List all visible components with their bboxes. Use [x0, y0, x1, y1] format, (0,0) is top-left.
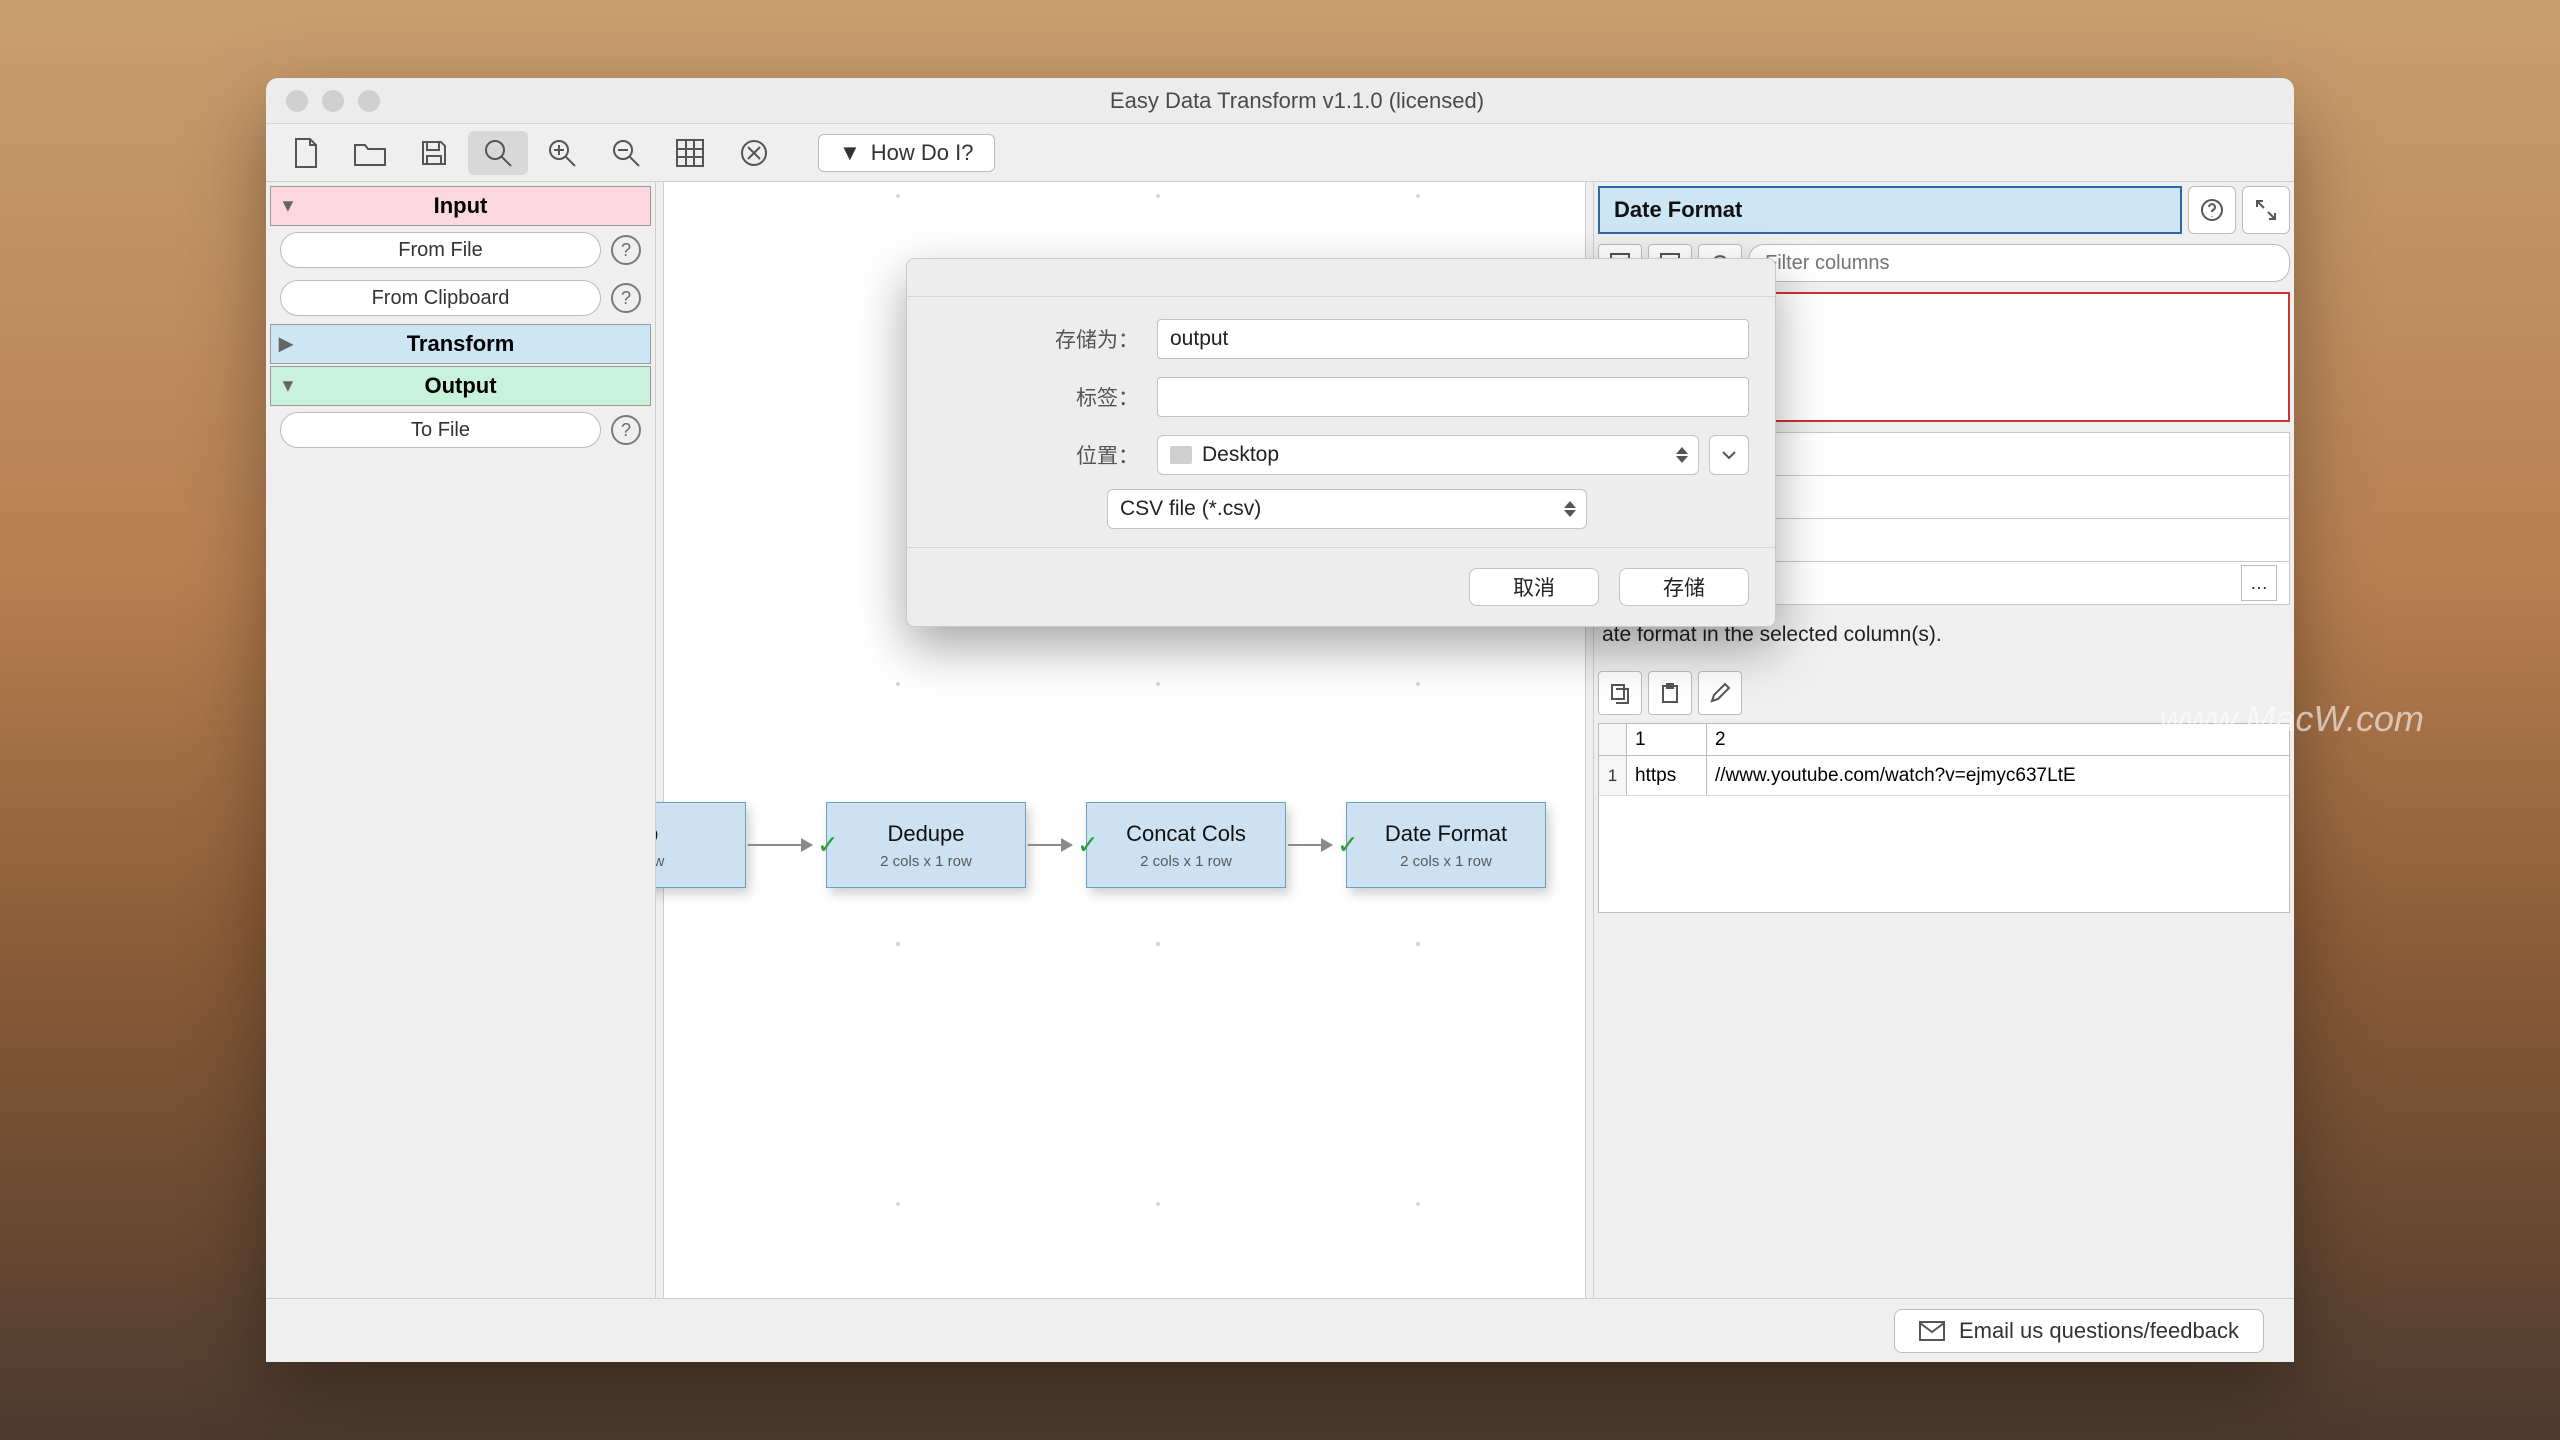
node-label: op [656, 821, 658, 847]
row-header-blank [1599, 724, 1627, 755]
node-op[interactable]: op 1 row [656, 802, 746, 888]
grid-toggle-button[interactable] [660, 131, 720, 175]
how-do-i-dropdown[interactable]: ▼ How Do I? [818, 134, 995, 172]
node-subtitle: 1 row [656, 853, 664, 870]
expand-save-panel-button[interactable] [1709, 435, 1749, 475]
edge-arrow [1288, 844, 1332, 846]
location-value: Desktop [1202, 443, 1279, 467]
save-dialog: 存储为： 标签： 位置： Desktop [906, 258, 1776, 627]
table-row[interactable]: 1 https //www.youtube.com/watch?v=ejmyc6… [1599, 756, 2289, 796]
titlebar: Easy Data Transform v1.1.0 (licensed) [266, 78, 2294, 124]
app-window: Easy Data Transform v1.1.0 (licensed) [266, 78, 2294, 1362]
node-subtitle: 2 cols x 1 row [1140, 853, 1232, 870]
panel-help-button[interactable] [2188, 186, 2236, 234]
preview-table: 1 2 1 https //www.youtube.com/watch?v=ej… [1598, 723, 2290, 913]
edit-button[interactable] [1698, 671, 1742, 715]
section-header-transform[interactable]: ▶ Transform [270, 324, 651, 364]
edge-arrow [748, 844, 812, 846]
more-button[interactable]: … [2241, 565, 2277, 601]
open-folder-button[interactable] [340, 131, 400, 175]
to-file-button[interactable]: To File [280, 412, 601, 448]
mail-icon [1919, 1321, 1945, 1341]
chevron-updown-icon [1564, 501, 1576, 517]
from-file-button[interactable]: From File [280, 232, 601, 268]
left-panel: ▼ Input From File ? From Clipboard ? ▶ T… [266, 182, 656, 1298]
tags-input[interactable] [1157, 377, 1749, 417]
zoom-in-button[interactable] [532, 131, 592, 175]
node-subtitle: 2 cols x 1 row [880, 853, 972, 870]
cancel-circle-button[interactable] [724, 131, 784, 175]
panel-expand-button[interactable] [2242, 186, 2290, 234]
help-icon[interactable]: ? [611, 415, 641, 445]
node-subtitle: 2 cols x 1 row [1400, 853, 1492, 870]
col-header-2[interactable]: 2 [1707, 724, 2289, 755]
close-dot-icon[interactable] [286, 90, 308, 112]
panel-title: Date Format [1598, 186, 2182, 234]
col-header-1[interactable]: 1 [1627, 724, 1707, 755]
cell-2: //www.youtube.com/watch?v=ejmyc637LtE [1707, 756, 2289, 795]
minimize-dot-icon[interactable] [322, 90, 344, 112]
save-confirm-button[interactable]: 存储 [1619, 568, 1749, 606]
section-header-output[interactable]: ▼ Output [270, 366, 651, 406]
section-header-input[interactable]: ▼ Input [270, 186, 651, 226]
footer: Email us questions/feedback [266, 1298, 2294, 1362]
new-file-button[interactable] [276, 131, 336, 175]
check-icon: ✓ [817, 830, 839, 861]
save-as-label: 存储为： [907, 324, 1157, 354]
left-gutter [656, 182, 664, 1298]
row-number: 1 [1599, 756, 1627, 795]
filetype-value: CSV file (*.csv) [1120, 497, 1261, 521]
search-button[interactable] [468, 131, 528, 175]
node-dedupe[interactable]: ✓ Dedupe 2 cols x 1 row [826, 802, 1026, 888]
section-header-output-label: Output [424, 373, 496, 399]
tags-label: 标签： [907, 382, 1157, 412]
from-clipboard-button[interactable]: From Clipboard [280, 280, 601, 316]
cancel-button[interactable]: 取消 [1469, 568, 1599, 606]
paste-button[interactable] [1648, 671, 1692, 715]
check-icon: ✓ [1077, 830, 1099, 861]
toolbar: ▼ How Do I? [266, 124, 2294, 182]
node-date-format[interactable]: ✓ Date Format 2 cols x 1 row [1346, 802, 1546, 888]
window-controls [266, 90, 380, 112]
filter-columns-input[interactable] [1748, 244, 2290, 282]
location-label: 位置： [907, 440, 1157, 470]
collapse-caret-icon: ▼ [279, 376, 297, 397]
check-icon: ✓ [1337, 830, 1359, 861]
how-do-i-label: How Do I? [871, 140, 974, 166]
folder-icon [1170, 446, 1192, 464]
node-concat-cols[interactable]: ✓ Concat Cols 2 cols x 1 row [1086, 802, 1286, 888]
help-icon[interactable]: ? [611, 283, 641, 313]
save-as-input[interactable] [1157, 319, 1749, 359]
feedback-button[interactable]: Email us questions/feedback [1894, 1309, 2264, 1353]
zoom-out-button[interactable] [596, 131, 656, 175]
node-label: Date Format [1385, 821, 1507, 847]
cell-1: https [1627, 756, 1707, 795]
node-label: Dedupe [887, 821, 964, 847]
chevron-updown-icon [1676, 447, 1688, 463]
save-button[interactable] [404, 131, 464, 175]
edge-arrow [1028, 844, 1072, 846]
filetype-select[interactable]: CSV file (*.csv) [1107, 489, 1587, 529]
section-header-transform-label: Transform [407, 331, 515, 357]
section-header-input-label: Input [434, 193, 488, 219]
location-select[interactable]: Desktop [1157, 435, 1699, 475]
help-icon[interactable]: ? [611, 235, 641, 265]
window-title: Easy Data Transform v1.1.0 (licensed) [380, 88, 2214, 114]
zoom-dot-icon[interactable] [358, 90, 380, 112]
collapse-caret-icon: ▼ [279, 196, 297, 217]
copy-button[interactable] [1598, 671, 1642, 715]
node-label: Concat Cols [1126, 821, 1246, 847]
expand-caret-icon: ▶ [279, 334, 293, 355]
modal-titlebar[interactable] [907, 259, 1775, 297]
